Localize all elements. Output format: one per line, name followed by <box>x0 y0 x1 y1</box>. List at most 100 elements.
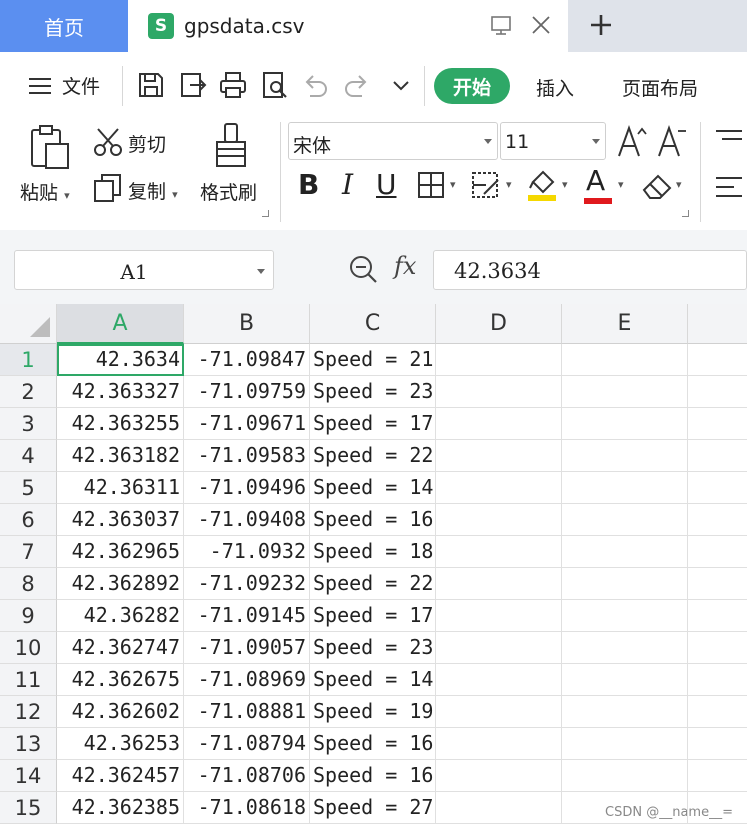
cell-f[interactable] <box>688 600 747 632</box>
cell-f[interactable] <box>688 568 747 600</box>
group-expand-icon[interactable] <box>262 210 269 217</box>
paste-icon[interactable] <box>28 124 72 170</box>
row-header[interactable]: 8 <box>0 568 57 600</box>
cell-a[interactable]: 42.3634 <box>57 344 184 376</box>
row-header[interactable]: 12 <box>0 696 57 728</box>
more-chevron-icon[interactable] <box>386 70 416 100</box>
cell-d[interactable] <box>436 632 562 664</box>
cell-c[interactable]: Speed = 14 <box>310 472 436 504</box>
cell-f[interactable] <box>688 440 747 472</box>
cell-c[interactable]: Speed = 21 <box>310 344 436 376</box>
cell-b[interactable]: -71.08618 <box>184 792 310 824</box>
row-header[interactable]: 5 <box>0 472 57 504</box>
zoom-search-icon[interactable] <box>348 254 378 284</box>
cell-d[interactable] <box>436 472 562 504</box>
row-header[interactable]: 10 <box>0 632 57 664</box>
cell-d[interactable] <box>436 440 562 472</box>
cell-e[interactable] <box>562 536 688 568</box>
tab-insert[interactable]: 插入 <box>536 74 574 101</box>
font-name-select[interactable]: 宋体 <box>288 122 498 160</box>
cell-c[interactable]: Speed = 16 <box>310 728 436 760</box>
cell-a[interactable]: 42.362675 <box>57 664 184 696</box>
cell-c[interactable]: Speed = 23 <box>310 376 436 408</box>
cell-f[interactable] <box>688 664 747 696</box>
align-left-icon[interactable] <box>714 174 744 204</box>
redo-icon[interactable] <box>342 70 372 100</box>
cell-e[interactable] <box>562 760 688 792</box>
undo-icon[interactable] <box>300 70 330 100</box>
copy-icon[interactable] <box>92 172 124 204</box>
print-icon[interactable] <box>218 70 248 100</box>
column-header-c[interactable]: C <box>310 304 436 344</box>
copy-button[interactable]: 复制 ▾ <box>128 177 178 204</box>
chevron-down-icon[interactable]: ▾ <box>618 178 624 191</box>
cell-b[interactable]: -71.09671 <box>184 408 310 440</box>
cell-e[interactable] <box>562 440 688 472</box>
row-header[interactable]: 4 <box>0 440 57 472</box>
cell-b[interactable]: -71.09847 <box>184 344 310 376</box>
paste-button[interactable]: 粘贴 ▾ <box>20 178 70 205</box>
cell-format-icon[interactable] <box>470 170 502 200</box>
cell-b[interactable]: -71.09408 <box>184 504 310 536</box>
column-header-b[interactable]: B <box>184 304 310 344</box>
align-top-icon[interactable] <box>714 128 744 152</box>
cell-c[interactable]: Speed = 22 <box>310 440 436 472</box>
cell-e[interactable] <box>562 728 688 760</box>
tab-start[interactable]: 开始 <box>434 68 510 104</box>
format-painter-label[interactable]: 格式刷 <box>200 178 257 205</box>
column-header-f[interactable] <box>688 304 747 344</box>
cell-d[interactable] <box>436 696 562 728</box>
cell-f[interactable] <box>688 696 747 728</box>
cell-d[interactable] <box>436 600 562 632</box>
cell-e[interactable] <box>562 664 688 696</box>
cell-c[interactable]: Speed = 18 <box>310 536 436 568</box>
cell-e[interactable] <box>562 600 688 632</box>
cell-e[interactable] <box>562 504 688 536</box>
cell-f[interactable] <box>688 472 747 504</box>
select-all-corner[interactable] <box>0 304 57 344</box>
new-tab-plus-icon[interactable] <box>586 10 616 40</box>
underline-button[interactable]: U <box>376 168 397 201</box>
cell-f[interactable] <box>688 408 747 440</box>
name-box[interactable]: A1 <box>14 250 274 290</box>
cell-b[interactable]: -71.08881 <box>184 696 310 728</box>
tab-page-layout[interactable]: 页面布局 <box>622 74 698 101</box>
tab-file[interactable]: S gpsdata.csv <box>128 0 568 52</box>
cell-a[interactable]: 42.363182 <box>57 440 184 472</box>
print-preview-icon[interactable] <box>260 70 290 100</box>
cell-b[interactable]: -71.08706 <box>184 760 310 792</box>
cell-b[interactable]: -71.09583 <box>184 440 310 472</box>
cell-a[interactable]: 42.36253 <box>57 728 184 760</box>
column-header-a[interactable]: A <box>57 304 184 344</box>
row-header[interactable]: 3 <box>0 408 57 440</box>
menu-file[interactable]: 文件 <box>28 72 100 99</box>
cell-b[interactable]: -71.08969 <box>184 664 310 696</box>
cell-c[interactable]: Speed = 19 <box>310 696 436 728</box>
formula-input[interactable]: 42.3634 <box>433 250 747 290</box>
cell-b[interactable]: -71.08794 <box>184 728 310 760</box>
cell-f[interactable] <box>688 728 747 760</box>
cell-f[interactable] <box>688 792 747 824</box>
cell-b[interactable]: -71.09496 <box>184 472 310 504</box>
cell-f[interactable] <box>688 536 747 568</box>
cell-f[interactable] <box>688 504 747 536</box>
cell-a[interactable]: 42.363327 <box>57 376 184 408</box>
font-color-button[interactable]: A <box>586 164 605 197</box>
bold-button[interactable]: B <box>298 168 319 201</box>
row-header[interactable]: 14 <box>0 760 57 792</box>
scissors-icon[interactable] <box>92 126 124 158</box>
cell-e[interactable] <box>562 696 688 728</box>
row-header[interactable]: 6 <box>0 504 57 536</box>
increase-font-size-icon[interactable] <box>616 124 648 158</box>
cell-a[interactable]: 42.362747 <box>57 632 184 664</box>
column-header-e[interactable]: E <box>562 304 688 344</box>
cut-button-label[interactable]: 剪切 <box>128 130 166 157</box>
group-expand-icon[interactable] <box>682 210 689 217</box>
cell-d[interactable] <box>436 792 562 824</box>
tab-home[interactable]: 首页 <box>0 0 128 52</box>
cell-e[interactable] <box>562 792 688 824</box>
decrease-font-size-icon[interactable] <box>656 124 688 158</box>
cell-f[interactable] <box>688 344 747 376</box>
export-icon[interactable] <box>178 70 208 100</box>
row-header[interactable]: 1 <box>0 344 57 376</box>
